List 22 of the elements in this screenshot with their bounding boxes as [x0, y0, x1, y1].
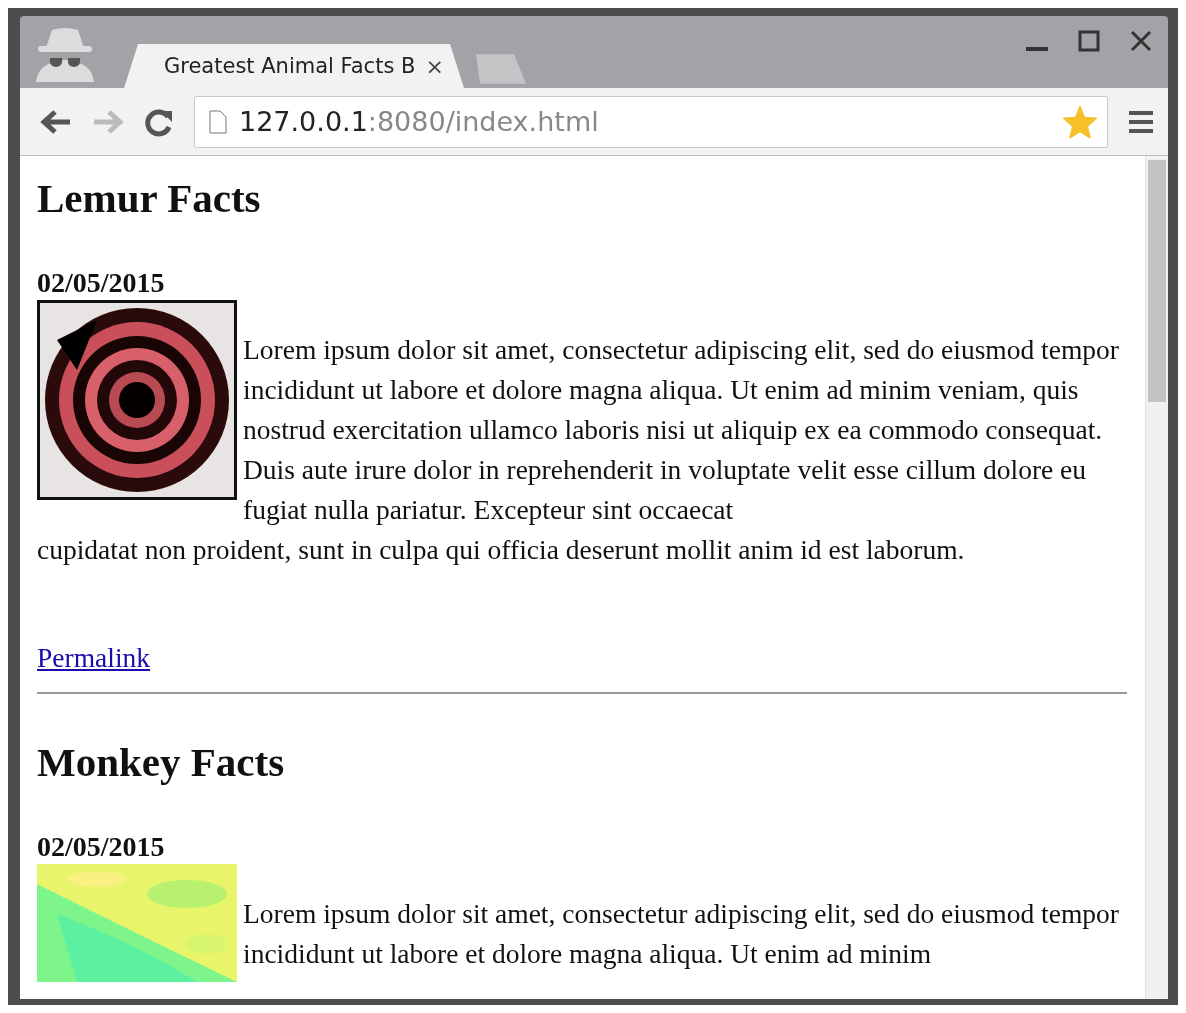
- menu-icon[interactable]: [1128, 108, 1154, 135]
- browser-tab[interactable]: Greatest Animal Facts B ×: [124, 44, 464, 88]
- close-icon[interactable]: [1130, 30, 1152, 52]
- article-date: 02/05/2015: [37, 830, 166, 864]
- article-title: Lemur Facts: [37, 174, 262, 222]
- address-bar[interactable]: 127.0.0.1:8080/index.html: [194, 95, 1108, 148]
- scrollbar[interactable]: [1145, 156, 1168, 999]
- article-text: Lorem ipsum dolor sit amet, consectetur adipiscing elit, sed do eiusmod tempor incididunt ut labore et dolore magna aliqua. Ut enim ad minim veniam, quis nostrud exercitation ullamco laboris nisi ut aliquip ex ea commodo consequat. Duis aute irure dolor in reprehenderit in voluptate velit esse cillum dolore eu fugiat nulla pariatur. Excepteur sint occaecat: [243, 333, 1120, 527]
- reload-icon[interactable]: [144, 106, 174, 137]
- scrollbar-thumb[interactable]: [1148, 160, 1166, 402]
- article-title: Monkey Facts: [37, 738, 286, 786]
- article-text: cupidatat non proident, sunt in culpa qui officia deserunt mollit anim id est laborum.: [37, 533, 966, 567]
- page-icon: [209, 109, 227, 134]
- star-icon[interactable]: [1063, 105, 1097, 138]
- maximize-icon[interactable]: [1078, 30, 1100, 52]
- permalink[interactable]: Permalink: [37, 642, 151, 674]
- article-text: Lorem ipsum dolor sit amet, consectetur adipiscing elit, sed do eiusmod tempor incididunt ut labore et dolore magna aliqua. Ut enim ad minim: [243, 897, 1120, 971]
- back-icon[interactable]: [40, 108, 72, 135]
- url-text: 127.0.0.1:8080/index.html: [239, 106, 600, 137]
- tab-title: Greatest Animal Facts B: [164, 54, 416, 78]
- close-tab-button[interactable]: ×: [425, 53, 444, 79]
- article-date: 02/05/2015: [37, 266, 166, 300]
